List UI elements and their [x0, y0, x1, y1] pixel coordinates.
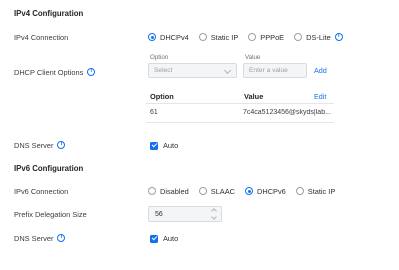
chevron-down-icon [223, 66, 232, 75]
ipv4-dns-auto-checkbox[interactable]: Auto [150, 141, 178, 150]
radio-unchecked-icon [148, 187, 156, 195]
dhcp-client-options-text: DHCP Client Options [14, 67, 84, 77]
edit-button[interactable]: Edit [314, 92, 326, 101]
radio-static-ip-label: Static IP [210, 32, 239, 42]
ipv6-section-title: IPv6 Configuration [14, 164, 84, 173]
ipv6-dns-auto-label: Auto [163, 234, 179, 243]
info-icon[interactable]: i [57, 234, 66, 242]
checkbox-checked-icon [150, 234, 158, 243]
radio-static-ip[interactable]: Static IP [198, 32, 239, 42]
radio-unchecked-icon [295, 187, 304, 195]
radio-slaac[interactable]: SLAAC [198, 186, 236, 196]
info-icon[interactable]: i [334, 33, 343, 41]
table-row[interactable]: 61 7c4ca5123456@skyds|lab... [146, 104, 334, 122]
spin-down-icon[interactable] [211, 214, 217, 220]
radio-unchecked-icon [198, 33, 207, 41]
checkbox-checked-icon [150, 141, 158, 150]
radio-checked-icon [148, 33, 156, 41]
value-caption: Value [245, 54, 261, 61]
radio-checked-icon [245, 187, 254, 195]
radio-pppoe-label: PPPoE [260, 32, 285, 42]
ipv6-dns-label: DNS Server i [14, 232, 66, 244]
dhcp-client-options-label: DHCP Client Options i [14, 66, 96, 78]
prefix-delegation-input[interactable]: 56 [148, 206, 222, 222]
ipv6-connection-label: IPv6 Connection [14, 186, 69, 196]
dhcp-option-select[interactable]: Select [148, 63, 237, 78]
radio-static-ip-v6[interactable]: Static IP [295, 186, 336, 196]
radio-disabled[interactable]: Disabled [148, 187, 189, 196]
radio-slaac-label: SLAAC [210, 186, 236, 196]
radio-ds-lite-label: DS-Lite [306, 32, 331, 42]
table-header-value: Value [244, 92, 264, 101]
ipv6-connection-radio-group: Disabled SLAAC DHCPv6 Static IP [148, 185, 335, 197]
prefix-delegation-value: 56 [155, 210, 163, 218]
ipv4-section-title: IPv4 Configuration [14, 9, 84, 18]
radio-dhcpv6-label: DHCPv6 [257, 186, 286, 196]
radio-dhcpv4-label: DHCPv4 [160, 32, 189, 42]
radio-unchecked-icon [294, 33, 303, 41]
ipv4-dns-text: DNS Server [14, 140, 54, 150]
ipv4-dns-auto-label: Auto [163, 141, 179, 150]
table-header-option: Option [150, 92, 174, 101]
ipv4-dns-label: DNS Server i [14, 139, 66, 151]
ipv6-dns-auto-checkbox[interactable]: Auto [150, 234, 178, 243]
ipv6-dns-text: DNS Server [14, 233, 54, 243]
add-option-button[interactable]: Add [314, 66, 327, 75]
radio-dhcpv6[interactable]: DHCPv6 [245, 187, 286, 196]
ipv4-connection-radio-group: DHCPv4 Static IP PPPoE DS-Lite i [148, 31, 343, 43]
info-icon[interactable]: i [87, 68, 96, 76]
value-input-placeholder: Enter a value [249, 67, 288, 74]
radio-static-ip-v6-label: Static IP [307, 186, 336, 196]
option-caption: Option [150, 54, 169, 61]
radio-pppoe[interactable]: PPPoE [248, 33, 284, 42]
prefix-delegation-label: Prefix Delegation Size [14, 209, 87, 219]
table-cell-value: 7c4ca5123456@skyds|lab... [243, 109, 331, 116]
radio-ds-lite[interactable]: DS-Lite i [294, 33, 343, 42]
ipv4-connection-label: IPv4 Connection [14, 32, 69, 42]
dhcp-value-input[interactable]: Enter a value [243, 63, 307, 78]
radio-unchecked-icon [198, 187, 207, 195]
table-row-divider [146, 122, 334, 123]
spin-up-icon[interactable] [211, 208, 217, 214]
info-icon[interactable]: i [57, 141, 66, 149]
select-placeholder: Select [154, 67, 173, 74]
radio-unchecked-icon [248, 33, 257, 41]
table-cell-option: 61 [150, 109, 158, 116]
radio-disabled-label: Disabled [160, 186, 189, 196]
radio-dhcpv4[interactable]: DHCPv4 [148, 33, 189, 42]
